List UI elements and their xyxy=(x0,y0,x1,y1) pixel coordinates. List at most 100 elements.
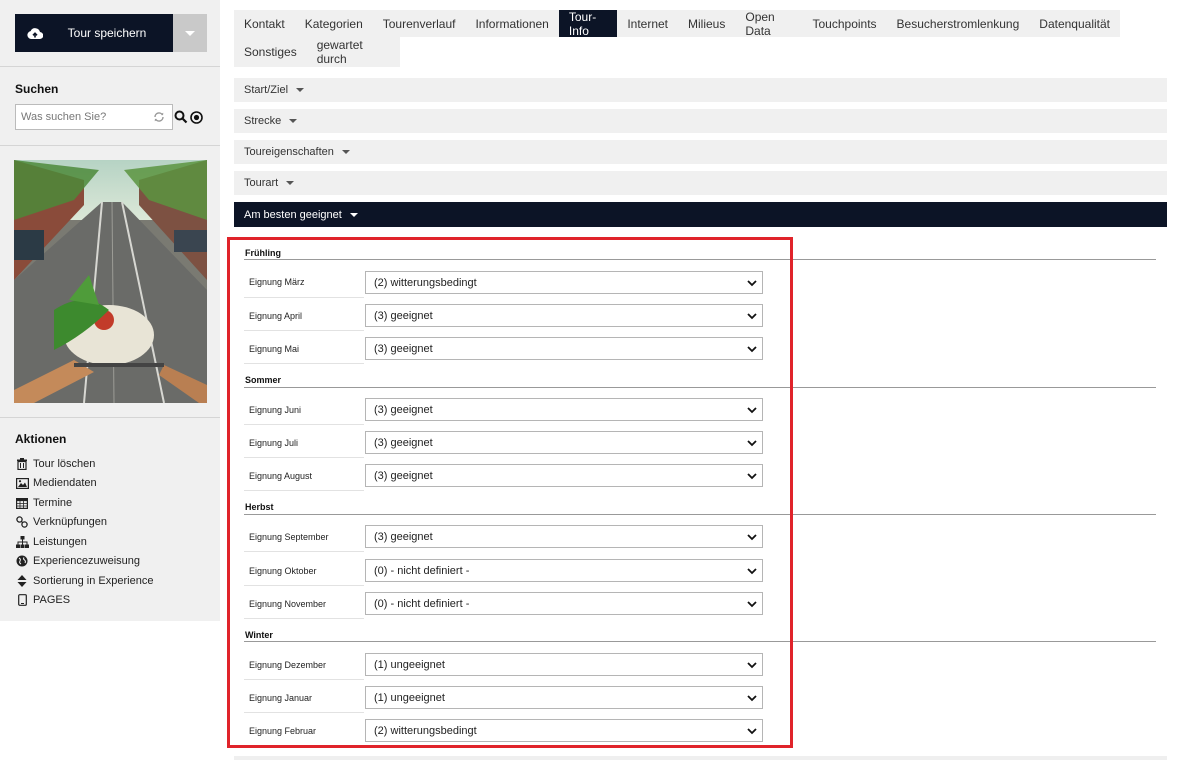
divider xyxy=(244,712,364,713)
dates-action[interactable]: Termine xyxy=(15,493,153,513)
sitemap-icon xyxy=(15,535,29,549)
divider xyxy=(244,259,1156,260)
tab-internet[interactable]: Internet xyxy=(617,10,678,37)
select-value: (3) geeignet xyxy=(374,403,433,416)
tab-besucherstromlenkung[interactable]: Besucherstromlenkung xyxy=(887,10,1030,37)
field-label-oktober: Eignung Oktober xyxy=(249,566,317,576)
caret-down-icon xyxy=(296,88,305,92)
clear-search-icon[interactable] xyxy=(190,110,203,124)
select-eignung-januar[interactable]: (1) ungeeignet xyxy=(365,686,763,709)
chevron-down-icon xyxy=(747,568,757,575)
accordion-toureigenschaften[interactable]: Toureigenschaften xyxy=(234,140,1167,164)
tab-datenqualitaet[interactable]: Datenqualität xyxy=(1029,10,1120,37)
tab-open-data[interactable]: Open Data xyxy=(735,10,802,38)
caret-down-icon xyxy=(286,181,295,185)
image-icon xyxy=(15,476,29,490)
divider xyxy=(244,424,364,425)
field-label-november: Eignung November xyxy=(249,599,327,609)
tab-kategorien[interactable]: Kategorien xyxy=(295,10,373,37)
accordion-label: Strecke xyxy=(244,115,282,127)
caret-down-icon xyxy=(289,119,298,123)
search-icon[interactable] xyxy=(174,110,188,124)
select-value: (3) geeignet xyxy=(374,309,433,322)
tab-touchpoints[interactable]: Touchpoints xyxy=(803,10,887,37)
action-label: Termine xyxy=(33,496,73,509)
tab-sonstiges[interactable]: Sonstiges xyxy=(234,37,307,67)
select-eignung-dezember[interactable]: (1) ungeeignet xyxy=(365,653,763,676)
select-value: (3) geeignet xyxy=(374,530,433,543)
divider xyxy=(244,490,364,491)
action-label: Mediendaten xyxy=(33,477,97,490)
action-label: PAGES xyxy=(33,594,71,607)
pages-action[interactable]: PAGES xyxy=(15,591,153,611)
select-eignung-november[interactable]: (0) - nicht definiert - xyxy=(365,592,763,615)
select-value: (3) geeignet xyxy=(374,342,433,355)
field-label-maerz: Eignung März xyxy=(249,277,305,287)
media-data-action[interactable]: Mediendaten xyxy=(15,474,153,494)
select-value: (2) witterungsbedingt xyxy=(374,724,477,737)
select-eignung-april[interactable]: (3) geeignet xyxy=(365,304,763,327)
chevron-down-icon xyxy=(747,407,757,414)
caret-down-icon xyxy=(349,212,358,217)
search-field xyxy=(15,104,173,130)
field-label-juli: Eignung Juli xyxy=(249,438,299,448)
accordion-start-ziel[interactable]: Start/Ziel xyxy=(234,78,1167,102)
divider xyxy=(244,457,364,458)
select-eignung-august[interactable]: (3) geeignet xyxy=(365,464,763,487)
accordion-label: Start/Ziel xyxy=(244,84,289,96)
select-eignung-mai[interactable]: (3) geeignet xyxy=(365,337,763,360)
divider xyxy=(244,641,1156,642)
select-eignung-juni[interactable]: (3) geeignet xyxy=(365,398,763,421)
field-label-februar: Eignung Februar xyxy=(249,726,317,736)
tab-informationen[interactable]: Informationen xyxy=(465,10,558,37)
action-label: Tour löschen xyxy=(33,457,96,470)
links-action[interactable]: Verknüpfungen xyxy=(15,513,153,533)
divider xyxy=(244,363,364,364)
select-value: (1) ungeeignet xyxy=(374,658,445,671)
field-label-mai: Eignung Mai xyxy=(249,344,300,354)
field-label-august: Eignung August xyxy=(249,471,313,481)
select-value: (0) - nicht definiert - xyxy=(374,597,470,610)
accordion-tourart[interactable]: Tourart xyxy=(234,171,1167,195)
chevron-down-icon xyxy=(747,601,757,608)
season-title-fruehling: Frühling xyxy=(245,248,281,258)
sort-experience-action[interactable]: Sortierung in Experience xyxy=(15,571,153,591)
services-action[interactable]: Leistungen xyxy=(15,532,153,552)
save-options-dropdown[interactable] xyxy=(173,14,207,52)
delete-tour-action[interactable]: Tour löschen xyxy=(15,454,153,474)
season-title-winter: Winter xyxy=(245,630,273,640)
tab-tour-info[interactable]: Tour-Info xyxy=(558,10,618,38)
search-input[interactable] xyxy=(16,106,156,128)
select-eignung-oktober[interactable]: (0) - nicht definiert - xyxy=(365,559,763,582)
tab-milieus[interactable]: Milieus xyxy=(678,10,735,37)
accordion-label: Am besten geeignet xyxy=(244,208,342,221)
accordion-strecke[interactable]: Strecke xyxy=(234,109,1167,133)
save-button-group: Tour speichern xyxy=(15,14,207,52)
divider xyxy=(244,330,364,331)
save-button[interactable]: Tour speichern xyxy=(15,14,173,52)
accordion-am-besten-geeignet[interactable]: Am besten geeignet xyxy=(234,202,1167,227)
select-eignung-juli[interactable]: (3) geeignet xyxy=(365,431,763,454)
select-eignung-maerz[interactable]: (2) witterungsbedingt xyxy=(365,271,763,294)
divider xyxy=(244,297,364,298)
action-label: Experiencezuweisung xyxy=(33,555,141,568)
field-label-juni: Eignung Juni xyxy=(249,405,302,415)
caret-down-icon xyxy=(341,150,350,154)
tab-bar: Kontakt Kategorien Tourenverlauf Informa… xyxy=(234,10,1120,67)
tab-tourenverlauf[interactable]: Tourenverlauf xyxy=(373,10,466,37)
tab-gewartet-durch[interactable]: gewartet durch xyxy=(307,37,400,67)
select-eignung-september[interactable]: (3) geeignet xyxy=(365,525,763,548)
select-value: (2) witterungsbedingt xyxy=(374,276,477,289)
field-label-april: Eignung April xyxy=(249,311,303,321)
refresh-icon[interactable] xyxy=(152,110,166,124)
divider xyxy=(244,585,364,586)
divider xyxy=(244,387,1156,388)
tab-kontakt[interactable]: Kontakt xyxy=(234,10,295,37)
divider xyxy=(0,66,220,67)
accordion-label: Tourart xyxy=(244,177,279,189)
experience-assignment-action[interactable]: Experiencezuweisung xyxy=(15,552,153,572)
select-eignung-februar[interactable]: (2) witterungsbedingt xyxy=(365,719,763,742)
divider xyxy=(244,618,364,619)
field-label-januar: Eignung Januar xyxy=(249,693,313,703)
cloud-upload-icon xyxy=(15,27,55,40)
